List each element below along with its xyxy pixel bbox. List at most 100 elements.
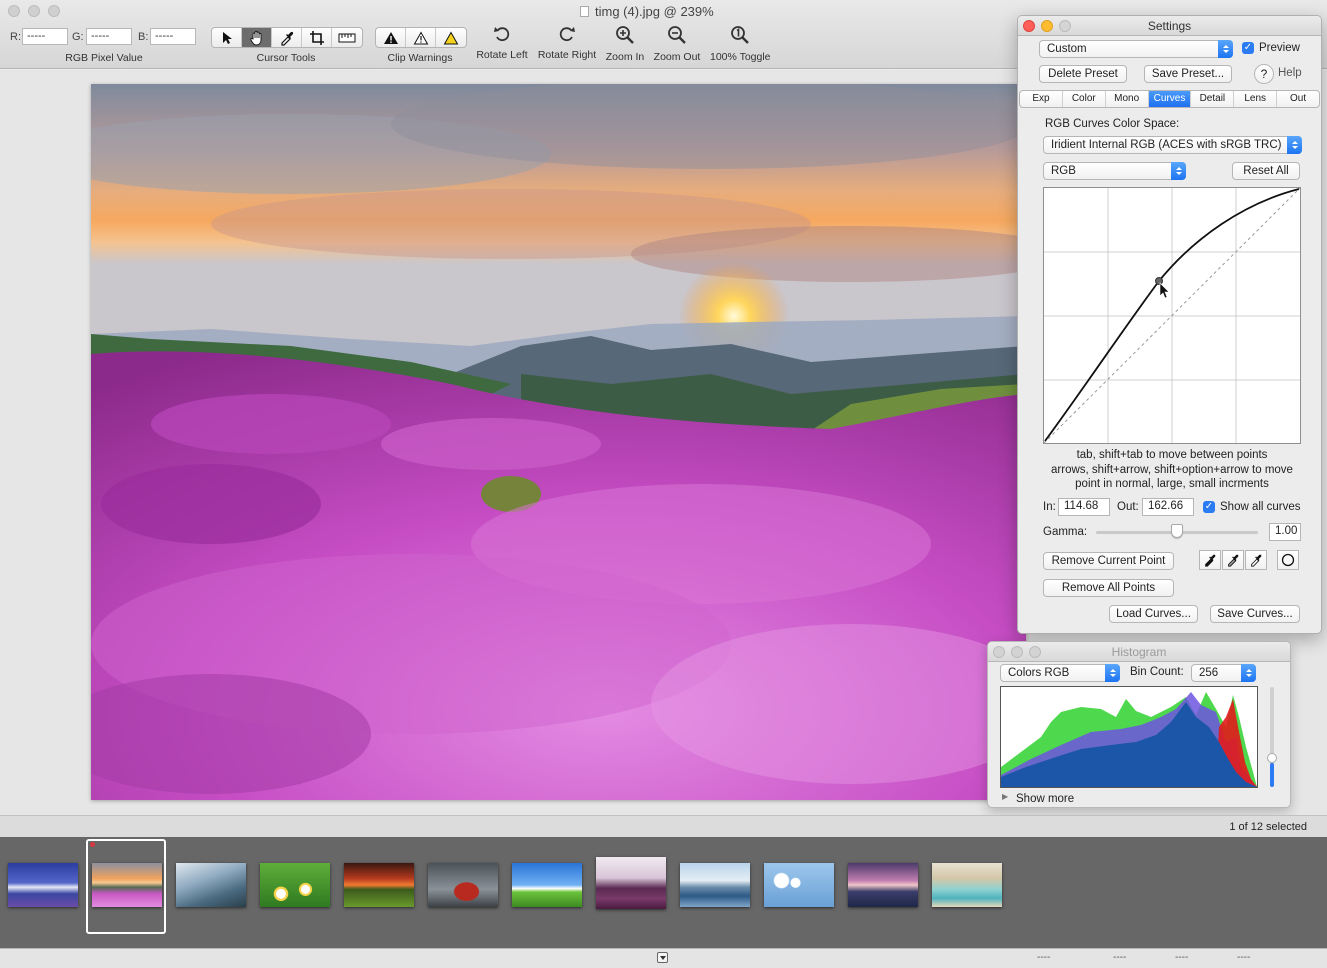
- clip-warning-both-toggle[interactable]: [376, 28, 406, 47]
- crop-cursor-tool[interactable]: [302, 28, 332, 47]
- tab-detail[interactable]: Detail: [1191, 91, 1235, 107]
- color-space-popup[interactable]: Iridient Internal RGB (ACES with sRGB TR…: [1043, 136, 1302, 154]
- eyedropper-cursor-tool[interactable]: [272, 28, 302, 47]
- help-question-icon[interactable]: ?: [1254, 64, 1274, 84]
- thumbnail-2[interactable]: [92, 863, 162, 907]
- disclosure-triangle-icon[interactable]: ▶: [1002, 792, 1008, 801]
- load-curves-button[interactable]: Load Curves...: [1109, 605, 1198, 623]
- window-title-text: timg (4).jpg @ 239%: [595, 4, 714, 19]
- hand-icon: [249, 30, 261, 45]
- histogram-zoom-button[interactable]: [1029, 646, 1041, 658]
- curves-editor[interactable]: [1043, 187, 1301, 444]
- help-label: Help: [1278, 67, 1302, 79]
- clip-warnings-group: [375, 27, 467, 48]
- warning-outline-icon: [413, 30, 428, 44]
- b-label: B:: [138, 31, 149, 43]
- histogram-minimize-button[interactable]: [1011, 646, 1023, 658]
- tab-mono[interactable]: Mono: [1106, 91, 1149, 107]
- b-value-field: -----: [150, 28, 196, 45]
- filmstrip-toggle-icon[interactable]: [657, 952, 668, 963]
- thumbnail-12[interactable]: [932, 863, 1002, 907]
- gray-point-eyedropper-button[interactable]: [1222, 550, 1244, 570]
- thumbnail-11[interactable]: [848, 863, 918, 907]
- straighten-cursor-tool[interactable]: [332, 28, 362, 47]
- warning-yellow-icon: [443, 30, 459, 44]
- clip-warning-highlight-toggle[interactable]: [436, 28, 466, 47]
- preset-popup[interactable]: Custom: [1039, 40, 1233, 58]
- thumbnail-4[interactable]: [260, 863, 330, 907]
- modified-badge: [90, 842, 95, 847]
- curves-help-text: tab, shift+tab to move between points ar…: [1033, 448, 1311, 492]
- filmstrip[interactable]: [0, 837, 1327, 948]
- close-window-button[interactable]: [8, 5, 20, 17]
- photo-preview[interactable]: [91, 84, 1026, 800]
- tab-curves[interactable]: Curves: [1148, 91, 1192, 107]
- rotate-right-button[interactable]: Rotate Right: [537, 25, 597, 61]
- window-title: timg (4).jpg @ 239%: [580, 4, 714, 19]
- channel-value: RGB: [1051, 165, 1076, 177]
- status-field-3: ----: [1175, 952, 1189, 963]
- preview-checkbox[interactable]: ✓ Preview: [1242, 42, 1300, 54]
- settings-panel: Settings Custom ✓ Preview Delete Preset …: [1017, 15, 1322, 634]
- thumbnail-10[interactable]: [764, 863, 834, 907]
- settings-zoom-button[interactable]: [1059, 20, 1071, 32]
- help-line-1: tab, shift+tab to move between points: [1076, 449, 1268, 461]
- histogram-close-button[interactable]: [993, 646, 1005, 658]
- histogram-chart: [1001, 692, 1257, 787]
- settings-close-button[interactable]: [1023, 20, 1035, 32]
- clip-warning-shadow-toggle[interactable]: [406, 28, 436, 47]
- curve-control-point[interactable]: [1155, 277, 1163, 285]
- popup-arrows-icon: [1105, 664, 1120, 682]
- thumbnail-7[interactable]: [512, 863, 582, 907]
- histogram-scale-slider[interactable]: [1267, 687, 1277, 787]
- zoom-out-button[interactable]: Zoom Out: [647, 25, 707, 63]
- thumbnail-5[interactable]: [344, 863, 414, 907]
- thumbnail-1[interactable]: [8, 863, 78, 907]
- histogram-scale-thumb[interactable]: [1267, 753, 1277, 763]
- tab-exp[interactable]: Exp: [1020, 91, 1063, 107]
- arrow-cursor-tool[interactable]: [212, 28, 242, 47]
- thumbnail-8[interactable]: [596, 857, 666, 909]
- status-field-2: ----: [1113, 952, 1127, 963]
- hand-cursor-tool[interactable]: [242, 28, 272, 47]
- curve-point-toggle-button[interactable]: [1277, 550, 1299, 570]
- document-icon: [580, 6, 589, 17]
- zoom-100-label: 100% Toggle: [710, 51, 771, 63]
- reset-all-button[interactable]: Reset All: [1232, 162, 1300, 180]
- checkmark-icon: ✓: [1242, 42, 1254, 54]
- show-all-curves-checkbox[interactable]: ✓ Show all curves: [1203, 501, 1301, 513]
- save-preset-button[interactable]: Save Preset...: [1144, 65, 1232, 83]
- gamma-slider-thumb[interactable]: [1171, 524, 1183, 538]
- in-value-field[interactable]: 114.68: [1058, 498, 1110, 516]
- rotate-left-button[interactable]: Rotate Left: [472, 25, 532, 61]
- delete-preset-button[interactable]: Delete Preset: [1039, 65, 1127, 83]
- zoom-100-toggle-button[interactable]: 100% Toggle: [710, 25, 771, 63]
- circle-icon: [1281, 553, 1295, 567]
- show-more-label[interactable]: Show more: [1016, 793, 1074, 805]
- channel-popup[interactable]: RGB: [1043, 162, 1186, 180]
- histogram-mode-popup[interactable]: Colors RGB: [1000, 664, 1120, 682]
- bin-count-popup[interactable]: 256: [1191, 664, 1256, 682]
- save-curves-button[interactable]: Save Curves...: [1210, 605, 1300, 623]
- tab-color[interactable]: Color: [1063, 91, 1106, 107]
- remove-current-point-button[interactable]: Remove Current Point: [1043, 552, 1174, 570]
- eyedropper-white-icon: [1251, 554, 1262, 567]
- out-value-field[interactable]: 162.66: [1142, 498, 1194, 516]
- minimize-window-button[interactable]: [28, 5, 40, 17]
- rotate-right-icon: [559, 27, 575, 42]
- thumbnail-9[interactable]: [680, 863, 750, 907]
- eyedropper-gray-icon: [1228, 554, 1239, 567]
- gamma-value-field[interactable]: 1.00: [1269, 523, 1301, 541]
- settings-minimize-button[interactable]: [1041, 20, 1053, 32]
- white-point-eyedropper-button[interactable]: [1245, 550, 1267, 570]
- zoom-window-button[interactable]: [48, 5, 60, 17]
- black-point-eyedropper-button[interactable]: [1199, 550, 1221, 570]
- thumbnail-3[interactable]: [176, 863, 246, 907]
- g-label: G:: [72, 31, 84, 43]
- remove-all-points-button[interactable]: Remove All Points: [1043, 579, 1174, 597]
- zoom-in-button[interactable]: Zoom In: [595, 25, 655, 63]
- thumbnail-6[interactable]: [428, 863, 498, 907]
- tab-out[interactable]: Out: [1277, 91, 1319, 107]
- tab-lens[interactable]: Lens: [1234, 91, 1278, 107]
- status-field-1: ----: [1037, 952, 1051, 963]
